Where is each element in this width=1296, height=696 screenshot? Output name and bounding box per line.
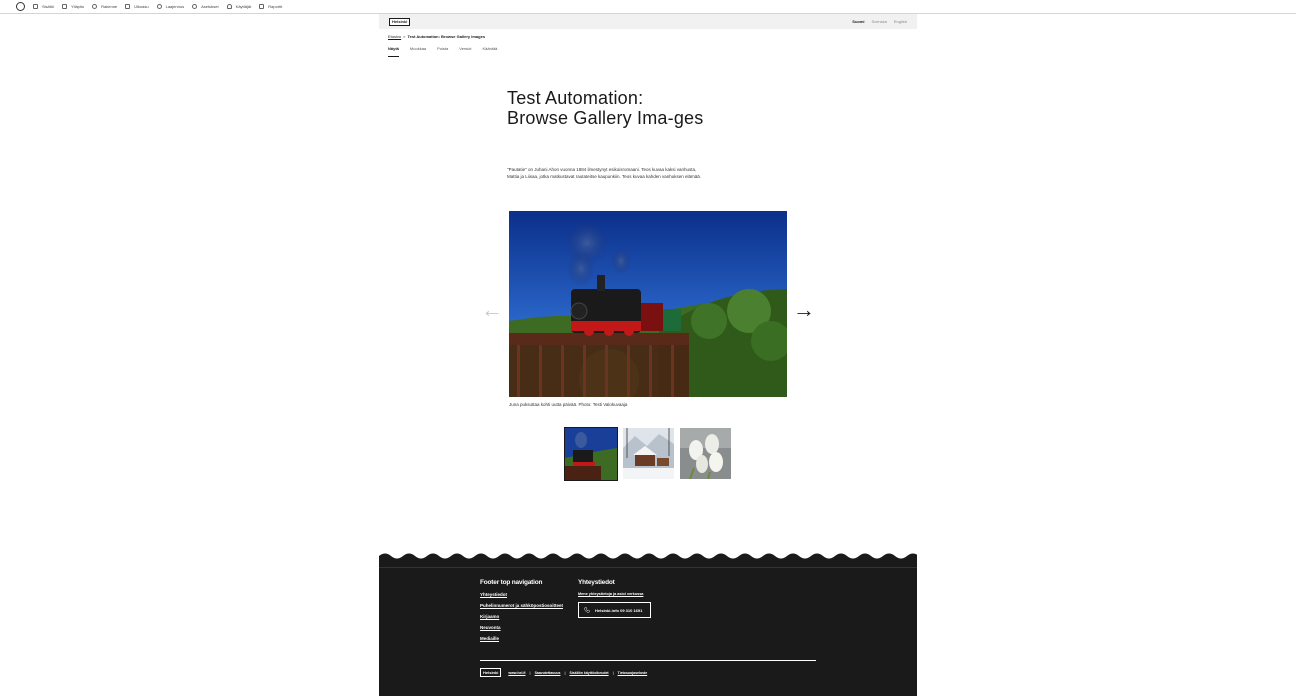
admin-item-build[interactable]: Rakenne	[92, 0, 117, 14]
footer-link-media[interactable]: Mediaille	[480, 636, 563, 641]
site-footer: Footer top navigation Yhteystiedot Puhel…	[379, 561, 917, 696]
footer-bottom-link-www[interactable]: www.hel.fi	[508, 671, 525, 675]
breadcrumb-home[interactable]: Etusivu	[388, 34, 401, 39]
lang-en[interactable]: English	[894, 19, 907, 24]
lang-sv[interactable]: Svenska	[872, 19, 887, 24]
phone-icon	[584, 607, 590, 613]
tab-delete[interactable]: Poista	[437, 46, 448, 57]
site-logo[interactable]: Helsinki	[389, 17, 411, 26]
footer-divider-top	[379, 567, 917, 568]
footer-bottom-bar: Helsinki www.hel.fi | Saavutettavuus | S…	[480, 668, 647, 677]
thumbnail-train[interactable]	[564, 427, 618, 481]
admin-toolbar: Sisältö Ylläpito Rakenne Ulkoasu Laajenn…	[0, 0, 1296, 14]
gallery-next-arrow-icon[interactable]: →	[793, 299, 815, 321]
admin-item-people[interactable]: Käyttäjät	[226, 0, 251, 14]
breadcrumb-current: Test Automation: Browse Gallery Images	[407, 34, 486, 39]
admin-item-config[interactable]: Asetukset	[192, 0, 219, 14]
admin-item-content[interactable]: Sisältö	[33, 0, 54, 14]
content-icon	[33, 4, 38, 9]
breadcrumb: Etusivu > Test Automation: Browse Galler…	[388, 34, 485, 39]
site-container: Helsinki Suomi Svenska English Etusivu >…	[379, 14, 917, 696]
local-tasks-tabs: Näytä Muokkaa Poista Versiot Kääntää	[388, 46, 497, 57]
footer-bottom-link-privacy[interactable]: Tietosuojaseloste	[618, 671, 648, 675]
thumbnail-tulips[interactable]	[680, 428, 731, 479]
phone-label: Helsinki-info 09 310 1691	[595, 607, 643, 613]
train-photo	[509, 211, 787, 397]
footer-contact-heading: Yhteystiedot	[578, 579, 615, 586]
extend-icon	[156, 4, 162, 9]
page-title: Test Automation: Browse Gallery Ima-ges	[507, 88, 704, 128]
admin-item-reports[interactable]: Raportit	[259, 0, 282, 14]
footer-link-advice[interactable]: Neuvonta	[480, 625, 563, 630]
admin-item-appearance[interactable]: Ulkoasu	[125, 0, 149, 14]
people-icon	[226, 4, 232, 9]
footer-bottom-link-accessibility[interactable]: Saavutettavuus	[535, 671, 561, 675]
config-icon	[192, 4, 198, 9]
footer-link-registry[interactable]: Kirjaamo	[480, 614, 563, 619]
footer-wave-divider	[379, 553, 917, 561]
admin-item-structure[interactable]: Ylläpito	[62, 0, 84, 14]
footer-nav-heading: Footer top navigation	[480, 579, 543, 586]
lang-fi[interactable]: Suomi	[852, 19, 864, 24]
gallery-prev-arrow-icon[interactable]: ←	[481, 299, 503, 321]
footer-logo[interactable]: Helsinki	[480, 668, 502, 677]
footer-contact-link[interactable]: Mene yhteystietoja ja asioi verkossa	[578, 592, 651, 596]
phone-button[interactable]: Helsinki-info 09 310 1691	[578, 602, 651, 618]
footer-separator: |	[529, 670, 531, 675]
footer-navigation: Footer top navigation Yhteystiedot Puhel…	[480, 579, 563, 647]
language-switcher: Suomi Svenska English	[852, 19, 907, 24]
footer-link-phones[interactable]: Puhelinnumerot ja sähköpostiosoitteet	[480, 603, 563, 608]
footer-divider	[480, 660, 816, 661]
footer-contact: Yhteystiedot Mene yhteystietoja ja asioi…	[578, 579, 651, 618]
breadcrumb-separator: >	[403, 34, 406, 39]
drupal-logo-icon[interactable]	[16, 2, 25, 11]
thumbnail-winter-village[interactable]	[623, 428, 674, 479]
reports-icon	[259, 4, 265, 9]
admin-item-extend[interactable]: Laajennus	[156, 0, 184, 14]
gallery-thumbnails	[564, 427, 731, 481]
gallery-caption: Juna puksuttaa kohti uutta päivää. Photo…	[509, 402, 628, 407]
footer-separator: |	[612, 670, 614, 675]
appearance-icon	[125, 4, 131, 9]
tab-translate[interactable]: Kääntää	[483, 46, 498, 57]
tab-edit[interactable]: Muokkaa	[410, 46, 426, 57]
tab-revisions[interactable]: Versiot	[459, 46, 471, 57]
tab-view[interactable]: Näytä	[388, 46, 399, 57]
footer-separator: |	[564, 670, 566, 675]
footer-bottom-link-rights[interactable]: Sisällön käyttöoikeudet	[570, 671, 609, 675]
footer-link-contact[interactable]: Yhteystiedot	[480, 592, 563, 597]
structure-icon	[62, 4, 68, 9]
gallery-main-image	[509, 211, 787, 397]
gear-icon	[92, 4, 98, 9]
lead-paragraph: "Pautatie" on Juhani Ahon vuonna 1884 il…	[507, 167, 702, 179]
site-header: Helsinki Suomi Svenska English	[379, 14, 917, 29]
